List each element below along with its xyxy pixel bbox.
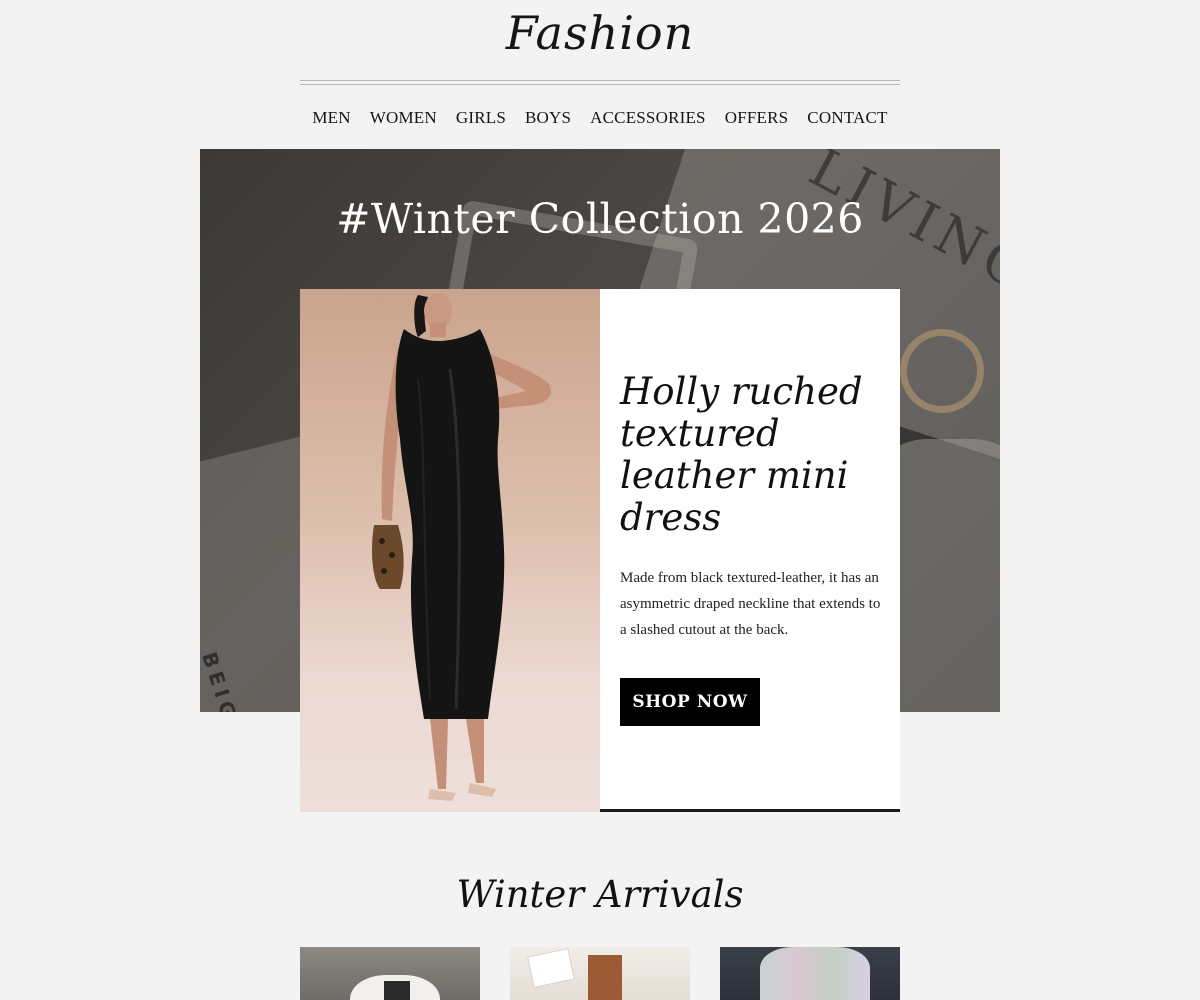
vest-image [588,955,622,1000]
arrivals-grid [300,947,900,1000]
shop-now-button[interactable]: SHOP NOW [620,678,760,726]
card-image [527,947,575,989]
arrival-item-brown-vest[interactable] [510,947,690,1000]
dress-illustration [372,293,552,801]
jacket-collar [384,981,410,1000]
nav-item-contact[interactable]: CONTACT [807,104,887,132]
nav-item-girls[interactable]: GIRLS [456,104,506,132]
hero-ring-decoration [900,329,984,413]
product-description: Made from black textured-leather, it has… [620,570,881,638]
feature-card: Holly ruched textured leather mini dress… [300,289,900,812]
nav-item-boys[interactable]: BOYS [525,104,571,132]
brand-logo[interactable]: Fashion [0,0,1200,70]
section-title-winter-arrivals: Winter Arrivals [456,873,744,916]
product-image[interactable] [300,289,600,812]
main-nav: MEN WOMEN GIRLS BOYS ACCESSORIES OFFERS … [0,104,1200,132]
nav-item-men[interactable]: MEN [312,104,350,132]
arrival-item-pastel-scarf[interactable] [720,947,900,1000]
nav-item-women[interactable]: WOMEN [370,104,437,132]
header-divider [300,80,900,85]
product-title: Holly ruched textured leather mini dress [620,370,863,539]
nav-item-accessories[interactable]: ACCESSORIES [590,104,706,132]
hero-title: #Winter Collection 2026 [336,195,864,243]
scarf-image [760,947,870,1000]
arrival-item-white-jacket[interactable] [300,947,480,1000]
nav-item-offers[interactable]: OFFERS [725,104,789,132]
product-details: Holly ruched textured leather mini dress… [600,289,900,812]
